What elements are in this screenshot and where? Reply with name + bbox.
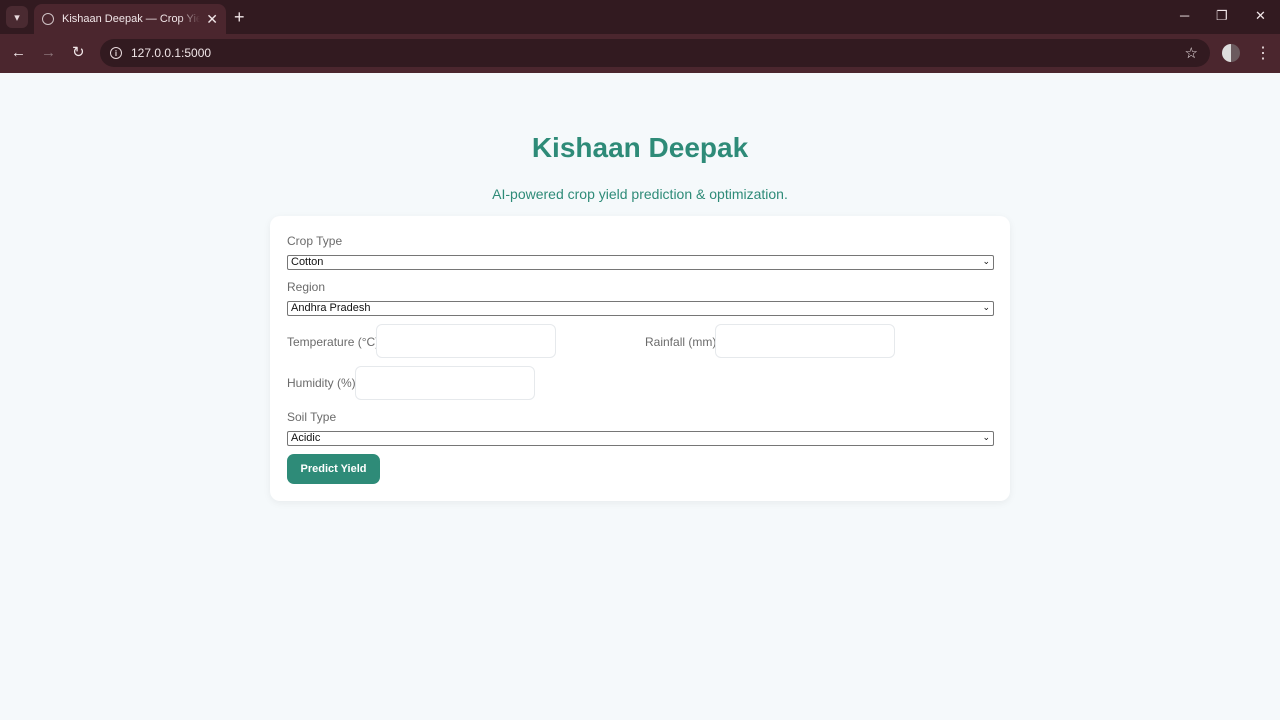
- browser-tab-bar: ▾ Kishaan Deepak — Crop Yield Prediction…: [0, 0, 1280, 34]
- chevron-down-icon: ⌄: [982, 302, 990, 312]
- kebab-menu-icon[interactable]: ⋮: [1255, 43, 1271, 63]
- region-value: Andhra Pradesh: [291, 302, 371, 314]
- bookmark-star-icon[interactable]: ☆: [1185, 44, 1198, 62]
- temperature-input[interactable]: [376, 324, 556, 358]
- new-tab-button[interactable]: +: [234, 7, 245, 27]
- humidity-label: Humidity (%): [287, 376, 356, 390]
- minimize-icon[interactable]: ─: [1180, 8, 1189, 23]
- chevron-down-icon: ⌄: [982, 256, 990, 266]
- browser-toolbar: ← → ↻ i 127.0.0.1:5000 ☆: [0, 34, 1280, 73]
- restore-icon[interactable]: ❐: [1216, 8, 1228, 24]
- region-label: Region: [287, 280, 326, 294]
- back-arrow-icon[interactable]: ←: [11, 44, 26, 62]
- crop-type-select[interactable]: Cotton ⌄: [287, 255, 994, 270]
- close-icon[interactable]: ✕: [206, 11, 218, 28]
- reload-icon[interactable]: ↻: [72, 44, 85, 62]
- humidity-input[interactable]: [355, 366, 535, 400]
- soil-type-value: Acidic: [291, 432, 321, 444]
- forward-arrow-icon[interactable]: →: [41, 44, 56, 62]
- soil-type-select[interactable]: Acidic ⌄: [287, 431, 994, 446]
- url-text: 127.0.0.1:5000: [131, 46, 212, 60]
- crop-type-value: Cotton: [291, 256, 324, 268]
- browser-tab[interactable]: Kishaan Deepak — Crop Yield Prediction ✕: [34, 4, 226, 34]
- rainfall-input[interactable]: [715, 324, 895, 358]
- predict-yield-button[interactable]: Predict Yield: [287, 454, 380, 484]
- address-bar[interactable]: i 127.0.0.1:5000 ☆: [100, 39, 1210, 67]
- page-subtitle: AI-powered crop yield prediction & optim…: [492, 186, 788, 202]
- chevron-down-icon: ⌄: [982, 432, 990, 442]
- page-title: Kishaan Deepak: [531, 132, 749, 163]
- info-icon[interactable]: i: [110, 47, 122, 59]
- region-select[interactable]: Andhra Pradesh ⌄: [287, 301, 994, 316]
- prediction-form-card: Crop Type Cotton ⌄ Region Andhra Pradesh…: [270, 216, 1010, 501]
- temperature-label: Temperature (°C): [287, 335, 380, 349]
- profile-avatar[interactable]: [1222, 44, 1240, 62]
- rainfall-label: Rainfall (mm): [645, 335, 717, 349]
- chevron-down-icon: ▾: [14, 11, 20, 24]
- crop-type-label: Crop Type: [287, 234, 343, 248]
- globe-icon: [42, 13, 54, 25]
- soil-type-label: Soil Type: [287, 410, 337, 424]
- tab-title: Kishaan Deepak — Crop Yield Prediction: [62, 13, 201, 25]
- window-close-icon[interactable]: ✕: [1255, 8, 1266, 24]
- tab-search-button[interactable]: ▾: [6, 6, 28, 28]
